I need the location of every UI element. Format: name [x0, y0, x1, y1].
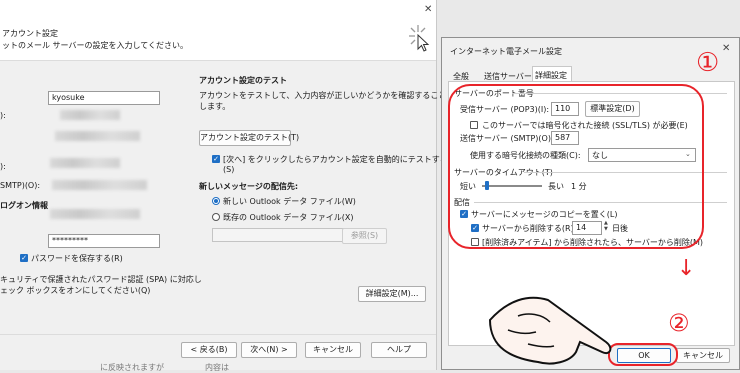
browse-button[interactable]: 参照(S) — [342, 228, 387, 244]
help-button[interactable]: ヘルプ — [371, 342, 427, 358]
back-button[interactable]: < 戻る(B) — [181, 342, 237, 358]
background-text: に反映されますが — [100, 363, 164, 372]
cancel-button[interactable]: キャンセル — [676, 348, 730, 363]
field-label-2: ): — [0, 162, 6, 171]
account-settings-dialog: アカウント設定 ットのメール サーバーの設定を入力してください。 ✕ ): ):… — [0, 0, 478, 372]
auto-test-label-1: [次へ] をクリックしたらアカウント設定を自動的にテストする — [223, 155, 448, 164]
cancel-button[interactable]: キャンセル — [305, 342, 361, 358]
dialog-header: アカウント設定 ットのメール サーバーの設定を入力してください。 ✕ — [0, 0, 436, 61]
auto-test-label-2: (S) — [223, 165, 235, 174]
test-section-title: アカウント設定のテスト — [199, 76, 287, 85]
redacted-field — [50, 158, 120, 168]
dialog-title: インターネット電子メール設定 — [450, 47, 562, 56]
annotation-highlight-settings — [448, 84, 704, 249]
close-icon[interactable]: ✕ — [424, 4, 432, 15]
test-account-button[interactable]: アカウント設定のテスト(T) — [199, 130, 299, 146]
redacted-field — [50, 209, 140, 219]
auto-test-checkbox[interactable]: ✓ — [212, 155, 220, 163]
test-description-2: します。 — [199, 102, 231, 111]
existing-data-file-label: 既存の Outlook データ ファイル(X) — [223, 213, 354, 222]
redacted-field — [52, 180, 147, 190]
sparkle-icon — [409, 25, 430, 52]
header-subtitle: ットのメール サーバーの設定を入力してください。 — [2, 41, 188, 50]
existing-data-file-radio[interactable] — [212, 213, 220, 221]
annotation-step-1: ① — [696, 48, 720, 78]
logon-label: ログオン情報 — [0, 201, 48, 210]
tab-advanced[interactable]: 詳細設定 — [532, 66, 572, 82]
footer-divider — [0, 334, 436, 335]
username-input[interactable]: kyosuke — [48, 91, 160, 105]
annotation-step-2: ② — [668, 309, 690, 337]
spa-label-line1: キュリティで保護されたパスワード認証 (SPA) に対応し — [0, 275, 202, 284]
field-label-3: SMTP)(O): — [0, 181, 41, 190]
new-data-file-radio[interactable] — [212, 197, 220, 205]
redacted-field — [60, 110, 120, 120]
test-description-1: アカウントをテストして、入力内容が正しいかどうかを確認することをお勧め — [199, 91, 479, 100]
data-file-path-input[interactable] — [212, 228, 359, 242]
background-text: 内容は — [205, 363, 229, 372]
annotation-arrow-icon: ↓ — [677, 256, 696, 281]
pointing-hand-icon — [488, 296, 612, 365]
spa-label-line2: ェック ボックスをオンにしてください(Q) — [0, 286, 151, 295]
password-input[interactable]: ********* — [48, 234, 160, 248]
remember-password-label: パスワードを保存する(R) — [31, 254, 123, 263]
field-label-1: ): — [0, 111, 6, 120]
advanced-settings-button[interactable]: 詳細設定(M)... — [358, 286, 426, 302]
close-icon[interactable]: ✕ — [722, 43, 730, 54]
remember-password-checkbox[interactable]: ✓ — [20, 254, 28, 262]
deliver-title: 新しいメッセージの配信先: — [199, 182, 299, 191]
new-data-file-label: 新しい Outlook データ ファイル(W) — [223, 197, 356, 206]
header-title: アカウント設定 — [2, 29, 58, 38]
next-button[interactable]: 次へ(N) > — [241, 342, 297, 358]
redacted-field — [55, 131, 140, 141]
